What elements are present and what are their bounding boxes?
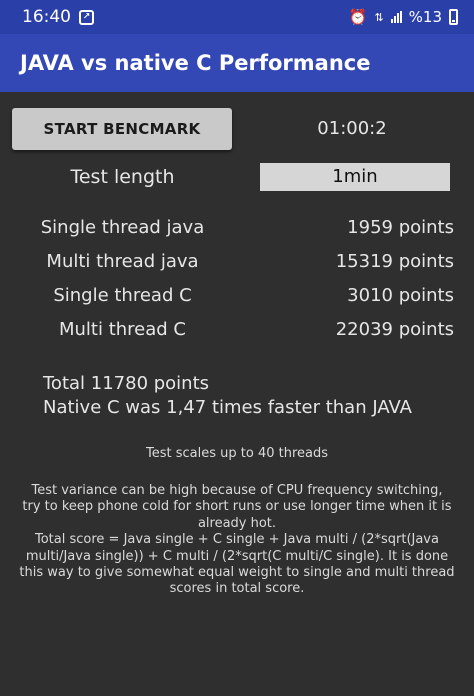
note-line: Total score = Java single + C single + J… <box>35 532 439 548</box>
speed-comparison: Native C was 1,47 times faster than JAVA <box>43 397 412 418</box>
status-bar: 16:40 ↗ ⏰ ⇅ %13 <box>0 0 474 34</box>
result-row: Multi thread java 15319 points <box>0 251 474 279</box>
result-label: Multi thread C <box>58 319 186 340</box>
result-label: Single thread C <box>53 285 192 306</box>
alarm-icon: ⏰ <box>348 8 368 26</box>
timer-display: 01:00:2 <box>317 118 387 139</box>
app-bar: JAVA vs native C Performance <box>0 34 474 92</box>
result-row: Multi thread C 22039 points <box>0 319 474 347</box>
note-line: Test variance can be high because of CPU… <box>31 483 443 498</box>
battery-percent: %13 <box>408 8 442 26</box>
thread-scale-note: Test scales up to 40 threads <box>146 446 328 461</box>
result-label: Single thread java <box>40 217 205 238</box>
total-score: Total 11780 points <box>43 373 210 394</box>
screenshot-icon: ↗ <box>79 9 94 25</box>
result-row: Single thread java 1959 points <box>0 217 474 245</box>
result-value: 3010 points <box>347 285 454 306</box>
note-line: already hot. <box>197 515 277 531</box>
note-line: this way to give somewhat equal weight t… <box>19 565 455 581</box>
summary: Total 11780 points Native C was 1,47 tim… <box>43 372 412 420</box>
test-length-select[interactable]: 1min <box>260 163 450 191</box>
note-line: try to keep phone cold for short runs or… <box>22 499 452 515</box>
result-value: 1959 points <box>347 217 454 238</box>
result-value: 22039 points <box>335 319 454 340</box>
battery-icon <box>449 9 458 25</box>
result-value: 15319 points <box>335 251 454 272</box>
data-arrows-icon: ⇅ <box>374 10 384 24</box>
note-line: multi/Java single)) + C multi / (2*sqrt(… <box>25 548 449 564</box>
status-left: 16:40 ↗ <box>22 7 94 27</box>
variance-note: Test variance can be high because of CPU… <box>16 483 458 598</box>
note-line: scores in total score. <box>169 581 305 597</box>
result-row: Single thread C 3010 points <box>0 285 474 313</box>
status-right: ⏰ ⇅ %13 <box>349 8 458 26</box>
test-length-label: Test length <box>70 166 175 188</box>
app-title: JAVA vs native C Performance <box>20 51 371 75</box>
signal-icon <box>390 11 402 23</box>
main-content: START BENCMARK 01:00:2 Test length 1min … <box>0 92 474 696</box>
start-benchmark-button[interactable]: START BENCMARK <box>12 108 232 150</box>
status-time: 16:40 <box>22 7 71 27</box>
result-label: Multi thread java <box>46 251 199 272</box>
